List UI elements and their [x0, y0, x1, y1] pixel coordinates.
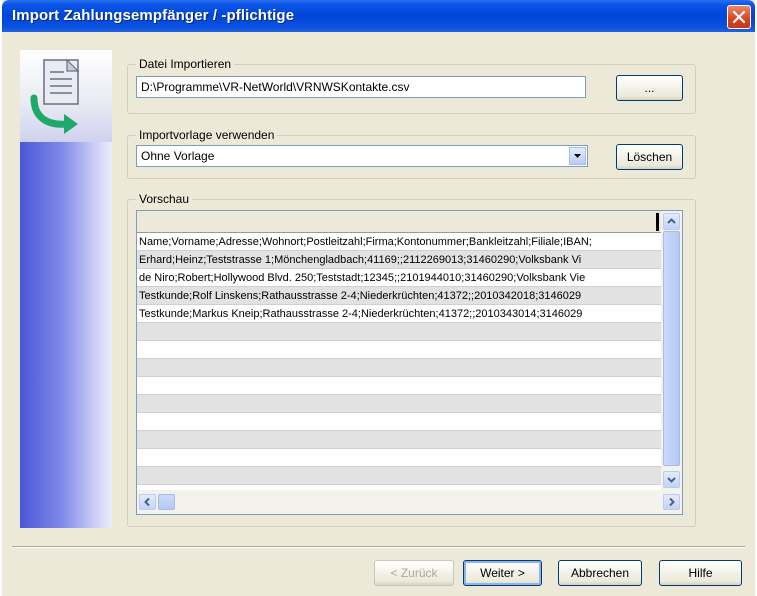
chevron-right-icon	[669, 497, 675, 507]
grid-row[interactable]: de Niro;Robert;Hollywood Blvd. 250;Tests…	[137, 269, 661, 287]
wizard-side-banner	[20, 50, 112, 528]
template-dropdown-button[interactable]	[569, 147, 586, 165]
chevron-left-icon	[144, 497, 150, 507]
grid-row[interactable]: Testkunde;Rolf Linskens;Rathausstrasse 2…	[137, 287, 661, 305]
window-title: Import Zahlungsempfänger / -pflichtige	[12, 7, 295, 24]
file-path-input[interactable]: D:\Programme\VR-NetWorld\VRNWSKontakte.c…	[136, 76, 586, 98]
grid-row[interactable]	[137, 413, 661, 431]
grid-row[interactable]	[137, 431, 661, 449]
grid-row[interactable]	[137, 377, 661, 395]
back-button[interactable]: < Zurück	[374, 560, 454, 586]
chevron-down-icon	[667, 477, 676, 483]
grid-row[interactable]: Erhard;Heinz;Teststrasse 1;Mönchengladba…	[137, 251, 661, 269]
horizontal-scroll-thumb[interactable]	[158, 494, 175, 510]
grid-row[interactable]	[137, 395, 661, 413]
import-dialog: Import Zahlungsempfänger / -pflichtige D…	[2, 0, 755, 596]
title-bar[interactable]: Import Zahlungsempfänger / -pflichtige	[2, 0, 755, 32]
import-document-icon	[30, 58, 80, 134]
template-label: Importvorlage verwenden	[136, 128, 278, 142]
close-button[interactable]	[727, 5, 751, 29]
grid-row[interactable]	[137, 359, 661, 377]
vertical-scroll-thumb[interactable]	[663, 231, 680, 466]
browse-button[interactable]: ...	[616, 75, 683, 101]
grid-row[interactable]: Name;Vorname;Adresse;Wohnort;Postleitzah…	[137, 233, 661, 251]
import-icon-panel	[20, 50, 112, 142]
grid-row[interactable]: Testkunde;Markus Kneip;Rathausstrasse 2-…	[137, 305, 661, 323]
grid-header-divider	[656, 213, 659, 231]
delete-template-button[interactable]: Löschen	[616, 144, 683, 170]
cancel-button[interactable]: Abbrechen	[558, 560, 642, 586]
grid-body: Name;Vorname;Adresse;Wohnort;Postleitzah…	[137, 233, 661, 490]
import-file-label: Datei Importieren	[136, 57, 235, 71]
close-icon	[732, 10, 746, 24]
grid-row[interactable]	[137, 341, 661, 359]
grid-header	[137, 211, 661, 233]
template-select[interactable]: Ohne Vorlage	[136, 145, 588, 167]
scroll-left-button[interactable]	[139, 494, 156, 510]
help-button[interactable]: Hilfe	[659, 560, 742, 586]
chevron-down-icon	[574, 154, 581, 158]
scroll-down-button[interactable]	[663, 471, 680, 488]
preview-grid[interactable]: Name;Vorname;Adresse;Wohnort;Postleitzah…	[136, 210, 683, 515]
grid-row[interactable]	[137, 449, 661, 467]
next-button[interactable]: Weiter >	[463, 560, 542, 586]
chevron-up-icon	[667, 218, 676, 224]
grid-row[interactable]	[137, 467, 661, 485]
horizontal-scrollbar[interactable]	[137, 490, 682, 514]
template-selected-value: Ohne Vorlage	[141, 149, 215, 163]
scroll-up-button[interactable]	[663, 213, 680, 230]
footer-separator	[12, 546, 745, 548]
preview-label: Vorschau	[136, 192, 193, 206]
vertical-scrollbar[interactable]	[661, 211, 682, 490]
grid-row[interactable]	[137, 323, 661, 341]
scroll-right-button[interactable]	[663, 494, 680, 510]
